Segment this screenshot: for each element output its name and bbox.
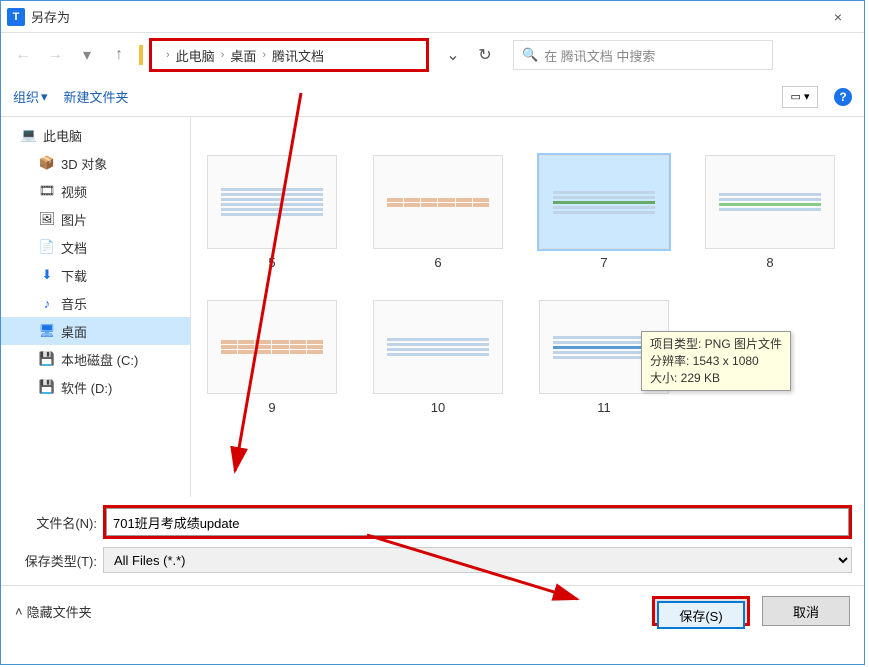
breadcrumb-segment[interactable]: 此电脑	[176, 46, 215, 65]
sidebar-item-music[interactable]: ♪ 音乐	[1, 289, 190, 317]
file-thumbnail	[207, 155, 337, 249]
file-item[interactable]: 8	[705, 155, 835, 270]
hide-folders-label: 隐藏文件夹	[27, 602, 92, 621]
chevron-right-icon: ›	[166, 49, 170, 61]
chevron-down-icon: ▾	[41, 89, 48, 105]
file-thumbnail	[373, 300, 503, 394]
file-tooltip: 项目类型: PNG 图片文件 分辨率: 1543 x 1080 大小: 229 …	[641, 331, 791, 391]
sidebar-item-drive-d[interactable]: 💾 软件 (D:)	[1, 373, 190, 401]
file-list[interactable]: 5 6 7 8 9	[191, 117, 864, 497]
app-icon: T	[7, 8, 25, 26]
save-button-highlight: 保存(S)	[652, 596, 750, 626]
file-thumbnail	[373, 155, 503, 249]
save-as-dialog: T 另存为 × ← → ▾ ↑ › 此电脑 › 桌面 › 腾讯文档 ⌄ ↻ 🔍 …	[0, 0, 865, 665]
file-label: 9	[268, 400, 275, 415]
file-thumbnail	[705, 155, 835, 249]
footer: ˄ 隐藏文件夹 保存(S) 取消	[1, 585, 864, 636]
sidebar-item-desktop[interactable]: 🖥 桌面	[1, 317, 190, 345]
music-icon: ♪	[39, 295, 55, 311]
save-button[interactable]: 保存(S)	[657, 601, 745, 629]
download-icon: ⬇	[39, 267, 55, 283]
organize-label: 组织	[13, 87, 39, 106]
main-area: 💻 此电脑 📦 3D 对象 🎞 视频 🖼 图片 📄 文档 ⬇ 下载 ♪ 音乐 🖥 桌面 💾 本地磁…	[1, 117, 864, 497]
sidebar-item-label: 软件 (D:)	[61, 378, 112, 397]
sidebar: 💻 此电脑 📦 3D 对象 🎞 视频 🖼 图片 📄 文档 ⬇ 下载 ♪ 音乐 🖥 桌面 💾 本地磁…	[1, 117, 191, 497]
sidebar-item-3dobjects[interactable]: 📦 3D 对象	[1, 149, 190, 177]
image-icon: 🖼	[39, 211, 55, 227]
sidebar-item-drive-c[interactable]: 💾 本地磁盘 (C:)	[1, 345, 190, 373]
nav-back-button[interactable]: ←	[9, 41, 37, 69]
file-label: 5	[268, 255, 275, 270]
help-icon[interactable]: ?	[834, 88, 852, 106]
view-mode-button[interactable]: ▭ ▾	[782, 86, 818, 108]
sidebar-item-label: 音乐	[61, 294, 87, 313]
filetype-label: 保存类型(T):	[13, 551, 103, 570]
computer-icon: 💻	[21, 127, 37, 143]
nav-recent-dropdown[interactable]: ▾	[73, 41, 101, 69]
file-item[interactable]: 5	[207, 155, 337, 270]
search-icon: 🔍	[522, 47, 538, 63]
film-icon: 🎞	[39, 183, 55, 199]
sidebar-item-label: 本地磁盘 (C:)	[61, 350, 138, 369]
cube-icon: 📦	[39, 155, 55, 171]
folder-indicator	[139, 45, 143, 65]
sidebar-item-documents[interactable]: 📄 文档	[1, 233, 190, 261]
sidebar-item-thispc[interactable]: 💻 此电脑	[1, 121, 190, 149]
sidebar-item-downloads[interactable]: ⬇ 下载	[1, 261, 190, 289]
nav-forward-button[interactable]: →	[41, 41, 69, 69]
file-item[interactable]: 7	[539, 155, 669, 270]
save-fields: 文件名(N): 保存类型(T): All Files (*.*)	[1, 497, 864, 585]
file-label: 6	[434, 255, 441, 270]
sidebar-item-label: 文档	[61, 238, 87, 257]
file-thumbnail	[539, 155, 669, 249]
sidebar-item-label: 桌面	[61, 322, 87, 341]
filename-input[interactable]	[106, 508, 849, 536]
file-item[interactable]: 10	[373, 300, 503, 415]
navbar: ← → ▾ ↑ › 此电脑 › 桌面 › 腾讯文档 ⌄ ↻ 🔍 在 腾讯文档 中…	[1, 33, 864, 77]
tooltip-filetype: 项目类型: PNG 图片文件	[650, 336, 782, 353]
new-folder-button[interactable]: 新建文件夹	[64, 87, 129, 106]
chevron-right-icon: ›	[221, 49, 225, 61]
sidebar-item-pictures[interactable]: 🖼 图片	[1, 205, 190, 233]
breadcrumb-controls: ⌄ ↻	[441, 43, 497, 67]
titlebar: T 另存为 ×	[1, 1, 864, 33]
sidebar-item-label: 视频	[61, 182, 87, 201]
file-item[interactable]: 6	[373, 155, 503, 270]
breadcrumb-segment[interactable]: 桌面	[230, 46, 256, 65]
tooltip-resolution: 分辨率: 1543 x 1080	[650, 353, 782, 370]
breadcrumb-segment[interactable]: 腾讯文档	[272, 46, 324, 65]
hide-folders-toggle[interactable]: ˄ 隐藏文件夹	[15, 602, 92, 621]
filename-label: 文件名(N):	[13, 513, 103, 532]
file-label: 10	[431, 400, 445, 415]
file-thumbnail	[207, 300, 337, 394]
search-input[interactable]: 🔍 在 腾讯文档 中搜索	[513, 40, 773, 70]
chevron-up-icon: ˄	[15, 604, 23, 619]
sidebar-item-label: 此电脑	[43, 126, 82, 145]
sidebar-item-label: 3D 对象	[61, 154, 107, 173]
organize-menu[interactable]: 组织 ▾	[13, 87, 48, 106]
close-button[interactable]: ×	[818, 3, 858, 31]
breadcrumb[interactable]: › 此电脑 › 桌面 › 腾讯文档	[149, 38, 429, 72]
breadcrumb-dropdown-icon[interactable]: ⌄	[441, 43, 465, 67]
sidebar-item-label: 图片	[61, 210, 87, 229]
drive-icon: 💾	[39, 379, 55, 395]
sidebar-item-videos[interactable]: 🎞 视频	[1, 177, 190, 205]
desktop-icon: 🖥	[39, 323, 55, 339]
cancel-button[interactable]: 取消	[762, 596, 850, 626]
document-icon: 📄	[39, 239, 55, 255]
nav-up-button[interactable]: ↑	[105, 41, 133, 69]
drive-icon: 💾	[39, 351, 55, 367]
file-label: 11	[597, 400, 611, 415]
tooltip-filesize: 大小: 229 KB	[650, 370, 782, 387]
toolbar: 组织 ▾ 新建文件夹 ▭ ▾ ?	[1, 77, 864, 117]
file-label: 8	[766, 255, 773, 270]
chevron-right-icon: ›	[262, 49, 266, 61]
file-label: 7	[600, 255, 607, 270]
search-placeholder: 在 腾讯文档 中搜索	[544, 46, 655, 65]
filetype-select[interactable]: All Files (*.*)	[103, 547, 852, 573]
refresh-button[interactable]: ↻	[473, 43, 497, 67]
sidebar-item-label: 下载	[61, 266, 87, 285]
file-item[interactable]: 9	[207, 300, 337, 415]
window-title: 另存为	[31, 7, 818, 26]
